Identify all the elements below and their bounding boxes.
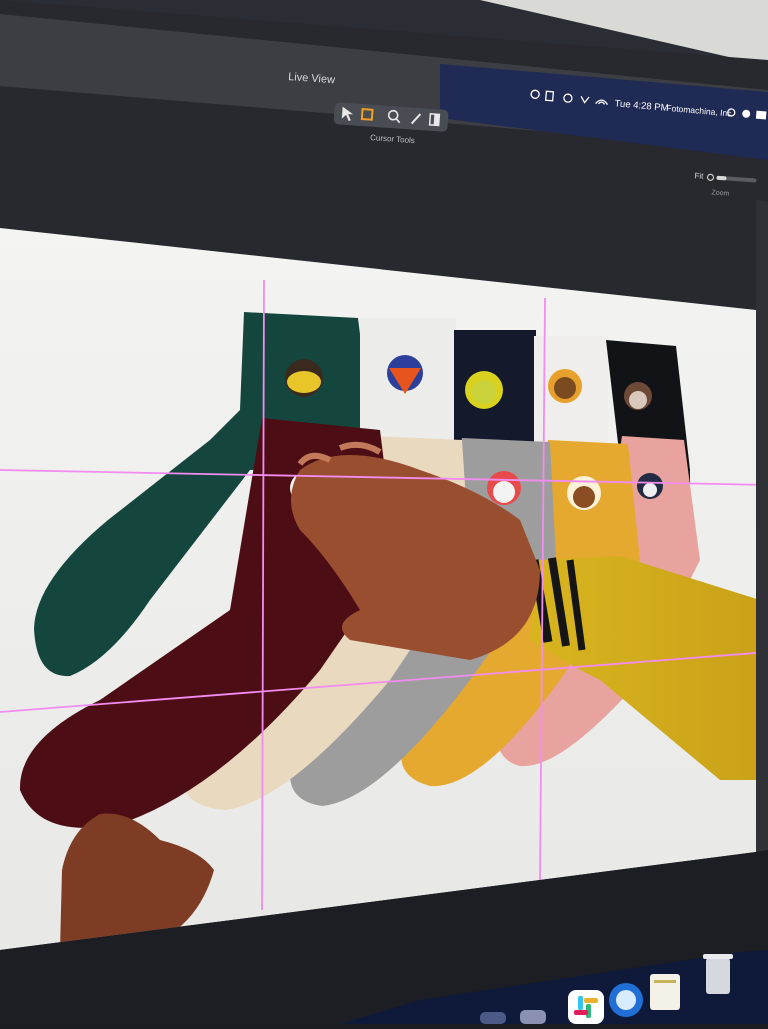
- zoom-label: Zoom: [711, 189, 730, 197]
- zoom-fit-label[interactable]: Fit: [694, 171, 704, 181]
- dock-item-app[interactable]: [520, 1010, 546, 1024]
- side-panel: [756, 200, 768, 962]
- zoom-slider-fill: [716, 175, 727, 181]
- sock-navy: [454, 330, 536, 450]
- live-view-image: [0, 228, 756, 950]
- notes-icon[interactable]: [650, 974, 680, 1010]
- monitor-photo: Live View Cursor Tools Tue 4:28 PM Fotom…: [0, 0, 768, 1024]
- browser-icon[interactable]: [609, 983, 643, 1017]
- dock-item-app[interactable]: [480, 1012, 506, 1024]
- notification-center-icon[interactable]: [755, 110, 767, 120]
- slack-icon[interactable]: [568, 990, 604, 1024]
- trash-icon[interactable]: [703, 954, 733, 994]
- sock-white: [360, 318, 456, 448]
